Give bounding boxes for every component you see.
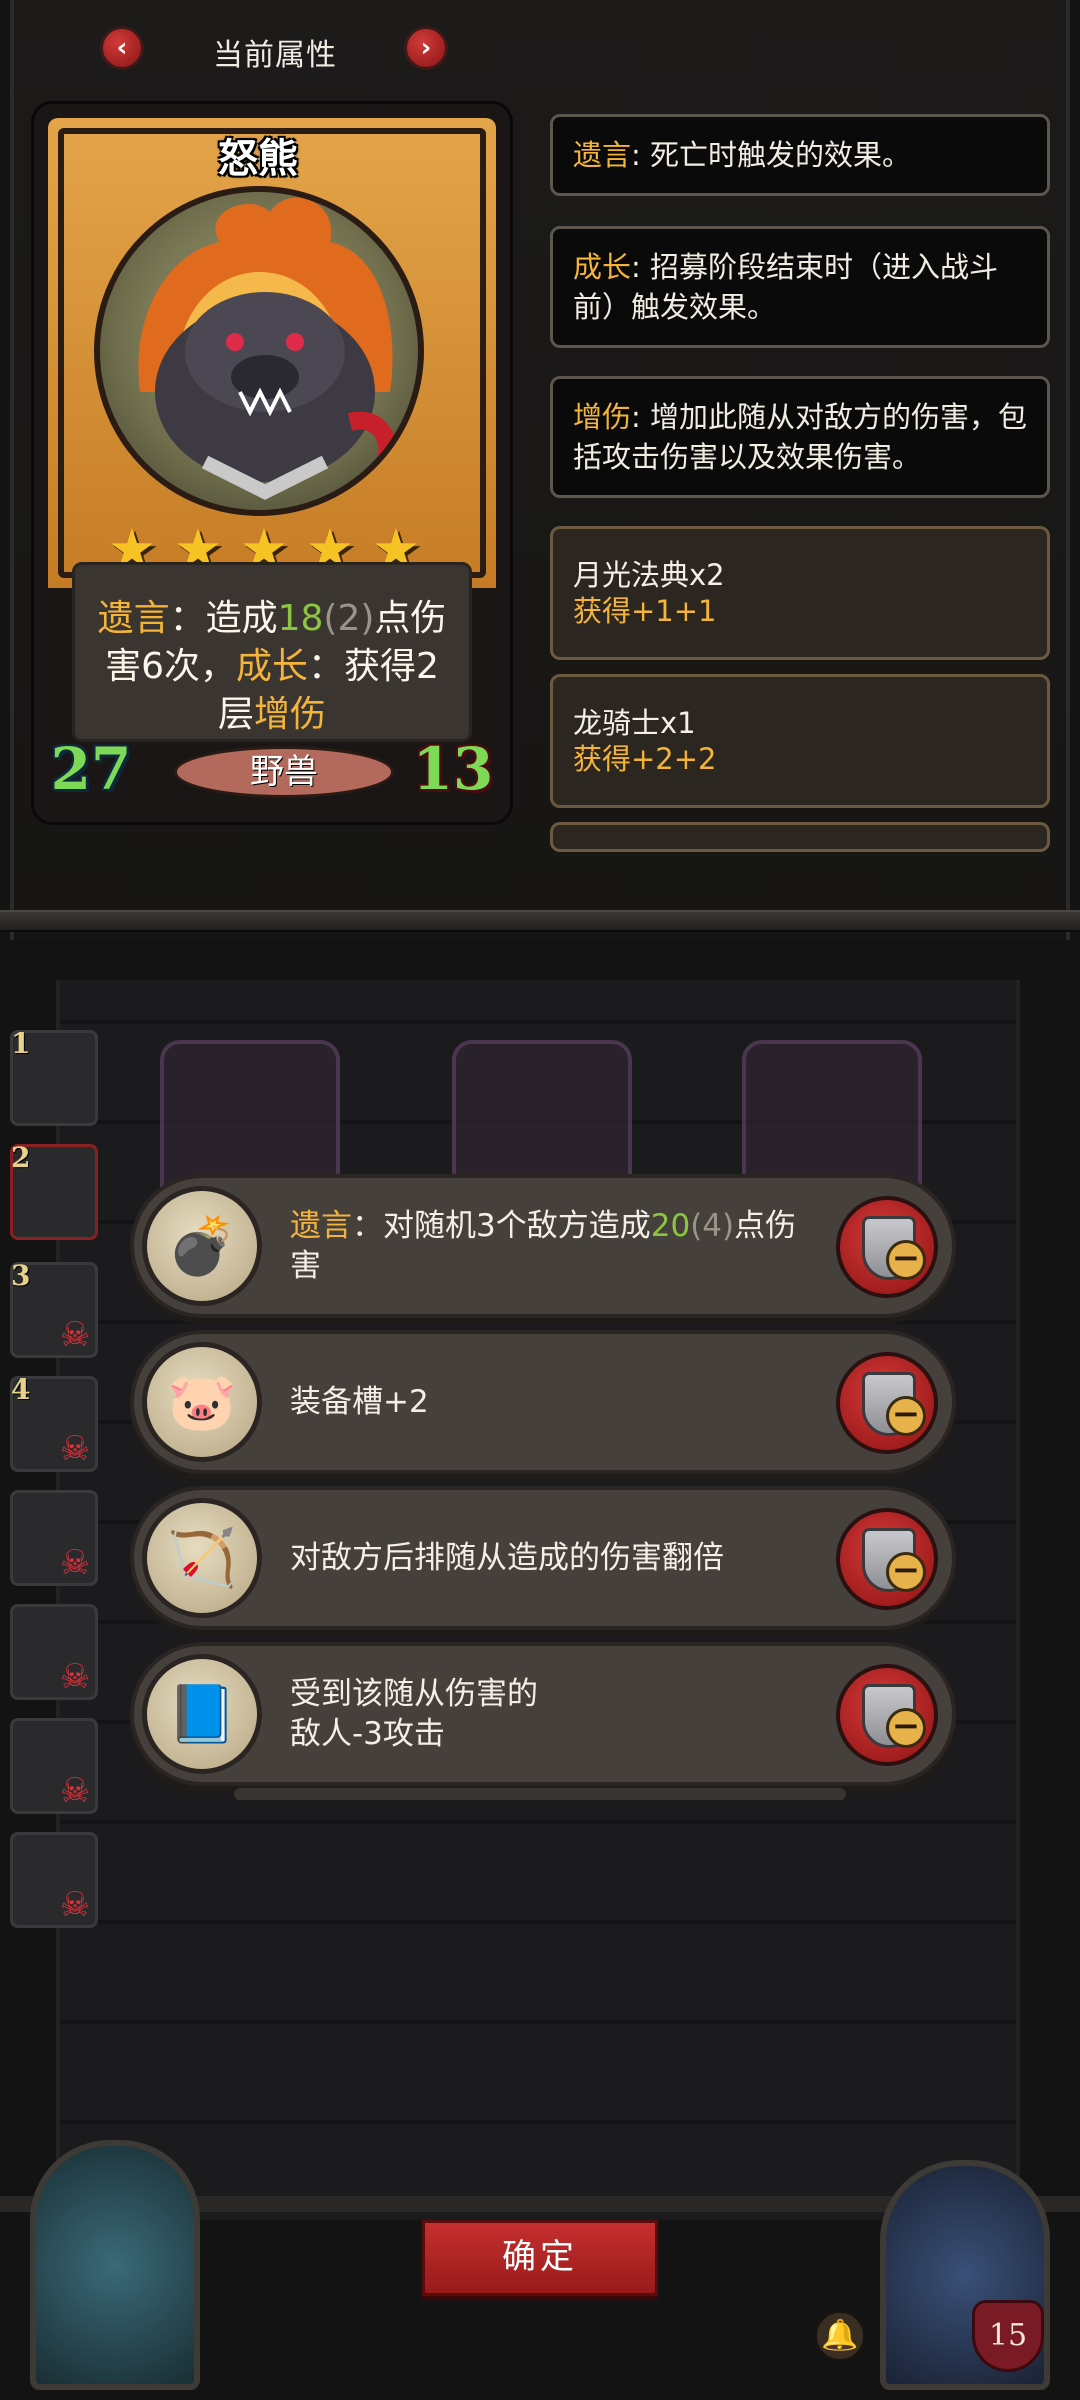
damage-bonus: (2) — [323, 598, 375, 639]
roster-slot-3[interactable]: 3 ☠ — [10, 1259, 98, 1358]
skull-icon: ☠ — [59, 1885, 91, 1925]
equipment-desc: 受到该随从伤害的敌人-3攻击 — [290, 1646, 810, 1782]
remove-equipment-button[interactable]: − — [836, 1664, 938, 1766]
remove-equipment-button[interactable]: − — [836, 1352, 938, 1454]
chevron-left-icon: ‹ — [116, 33, 128, 63]
card-stats: 27 野兽 13 — [48, 735, 496, 808]
panel-rail — [0, 910, 1080, 932]
skull-icon: ☠ — [59, 1771, 91, 1811]
keyword-deathrattle: 遗言 — [97, 598, 170, 639]
bell-icon[interactable]: 🔔 — [814, 2310, 866, 2362]
attack-value: 27 — [48, 726, 134, 812]
card-description: 遗言：造成18(2)点伤害6次，成长：获得2层增伤 — [72, 562, 472, 742]
player-hero-portrait[interactable] — [30, 2140, 200, 2390]
keyword-text: : 死亡时触发的效果。 — [631, 138, 912, 172]
item-name: 龙骑士x1 — [573, 706, 696, 740]
next-unit-button[interactable]: › — [404, 26, 448, 70]
unit-portrait — [94, 186, 424, 516]
keyword-term: 遗言 — [573, 138, 632, 172]
item-gain: 获得+1+1 — [573, 594, 717, 628]
roster-slot-2[interactable]: 2 — [10, 1141, 98, 1240]
roster-slot-7[interactable]: ☠ — [10, 1718, 98, 1814]
equipment-row: 📘 受到该随从伤害的敌人-3攻击 − — [130, 1642, 956, 1786]
keyword-term: 增伤 — [573, 400, 632, 434]
bear-portrait-icon — [138, 197, 397, 500]
keyword-text: : 招募阶段结束时（进入战斗前）触发效果。 — [573, 250, 999, 324]
keyword-deathrattle: 遗言 — [290, 1208, 352, 1244]
equip-text: ：对随机3个敌方造成 — [352, 1208, 651, 1244]
roster-slot-5[interactable]: ☠ — [10, 1490, 98, 1586]
roster-slot-6[interactable]: ☠ — [10, 1604, 98, 1700]
confirm-button[interactable]: 确定 — [422, 2220, 658, 2296]
list-divider — [234, 1788, 846, 1800]
damage-value: 18 — [277, 598, 324, 639]
item-source-panel: 龙骑士x1 获得+2+2 — [550, 674, 1050, 808]
desc-text: ：造成 — [169, 598, 278, 639]
prev-unit-button[interactable]: ‹ — [100, 26, 144, 70]
item-name: 月光法典x2 — [573, 558, 725, 592]
unit-card: 怒熊 ★ ★ ★ ★ ★ 遗言：造成18(2)点伤害6次，成长：获得2层增伤 2… — [34, 104, 510, 822]
keyword-panel-growth: 成长: 招募阶段结束时（进入战斗前）触发效果。 — [550, 226, 1050, 348]
skull-icon: ☠ — [59, 1429, 91, 1469]
equipment-desc: 对敌方后排随从造成的伤害翻倍 — [290, 1540, 724, 1576]
slot-number: 2 — [11, 1141, 31, 1174]
pig-icon: 🐷 — [142, 1342, 262, 1462]
spellbook-icon: 📘 — [142, 1654, 262, 1774]
remove-equipment-button[interactable]: − — [836, 1196, 938, 1298]
minus-icon: − — [886, 1240, 926, 1280]
keyword-panel-deathrattle: 遗言: 死亡时触发的效果。 — [550, 114, 1050, 196]
crossbow-icon: 🏹 — [142, 1498, 262, 1618]
unit-name: 怒熊 — [218, 136, 298, 182]
page-title: 当前属性 — [213, 38, 337, 73]
keyword-growth: 成长 — [235, 646, 308, 687]
remove-equipment-button[interactable]: − — [836, 1508, 938, 1610]
item-source-panel: 月光法典x2 获得+1+1 — [550, 526, 1050, 660]
keyword-text: : 增加此随从对敌方的伤害，包括攻击伤害以及效果伤害。 — [573, 400, 1028, 474]
equipment-desc: 装备槽+2 — [290, 1384, 429, 1420]
slot-number: 4 — [11, 1373, 31, 1406]
bomb-icon: 💣 — [142, 1186, 262, 1306]
roster-slot-8[interactable]: ☠ — [10, 1832, 98, 1928]
slot-number: 1 — [11, 1027, 31, 1060]
tribe-badge: 野兽 — [174, 746, 394, 798]
item-gain: 获得+2+2 — [573, 742, 717, 776]
roster-slot-4[interactable]: 4 ☠ — [10, 1373, 98, 1472]
damage-bonus: (4) — [690, 1208, 735, 1244]
keyword-damage-boost: 增伤 — [254, 694, 327, 735]
minus-icon: − — [886, 1552, 926, 1592]
roster-slot-1[interactable]: 1 — [10, 1027, 98, 1126]
equipment-row: 🏹 对敌方后排随从造成的伤害翻倍 − — [130, 1486, 956, 1630]
skull-icon: ☠ — [59, 1315, 91, 1355]
hero-health: 15 — [972, 2300, 1044, 2372]
keyword-term: 成长 — [573, 250, 632, 284]
chevron-right-icon: › — [420, 33, 432, 63]
minus-icon: − — [886, 1396, 926, 1436]
equip-text: 受到该随从伤害的敌人-3攻击 — [290, 1676, 538, 1752]
slot-number: 3 — [11, 1259, 31, 1292]
item-source-panel-partial — [550, 822, 1050, 852]
health-value: 13 — [410, 726, 496, 812]
keyword-panel-damage-boost: 增伤: 增加此随从对敌方的伤害，包括攻击伤害以及效果伤害。 — [550, 376, 1050, 498]
equipment-row: 💣 遗言：对随机3个敌方造成20(4)点伤害 − — [130, 1174, 956, 1318]
equipment-row: 🐷 装备槽+2 − — [130, 1330, 956, 1474]
damage-value: 20 — [650, 1208, 691, 1244]
minus-icon: − — [886, 1708, 926, 1748]
skull-icon: ☠ — [59, 1657, 91, 1697]
skull-icon: ☠ — [59, 1543, 91, 1583]
equipment-desc: 遗言：对随机3个敌方造成20(4)点伤害 — [290, 1178, 810, 1314]
